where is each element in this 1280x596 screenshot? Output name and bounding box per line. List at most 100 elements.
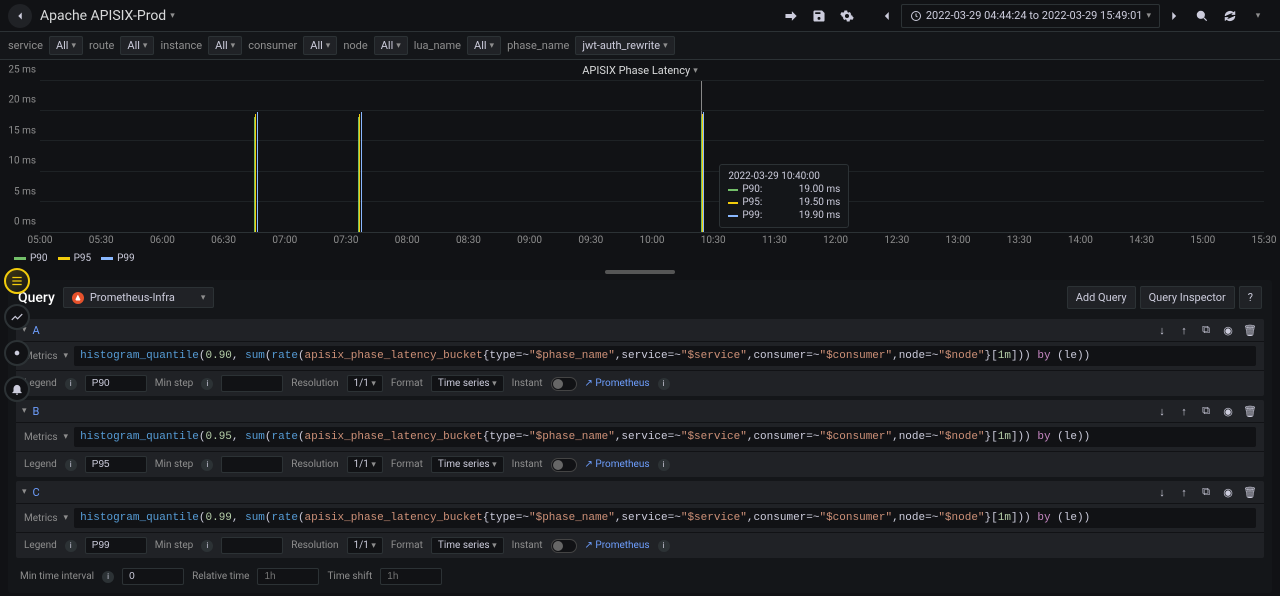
prometheus-link[interactable]: ↗ Prometheus xyxy=(585,459,650,470)
copy-icon[interactable]: ⧉ xyxy=(1198,322,1214,338)
query-row-A: ▾A↓↑⧉◉🗑Metrics▾histogram_quantile(0.90, … xyxy=(16,319,1264,396)
eye-icon[interactable]: ◉ xyxy=(1220,322,1236,338)
move-down-icon[interactable]: ↓ xyxy=(1154,484,1170,500)
eye-icon[interactable]: ◉ xyxy=(1220,484,1236,500)
refresh-dropdown-icon[interactable]: ▾ xyxy=(1244,2,1272,30)
collapse-icon[interactable]: ▾ xyxy=(22,406,27,416)
var-value-consumer[interactable]: All▾ xyxy=(303,36,337,55)
x-tick: 10:30 xyxy=(701,235,726,246)
move-down-icon[interactable]: ↓ xyxy=(1154,322,1170,338)
x-tick: 08:00 xyxy=(395,235,420,246)
save-icon[interactable] xyxy=(805,2,833,30)
back-button[interactable] xyxy=(8,4,32,28)
trash-icon[interactable]: 🗑 xyxy=(1242,322,1258,338)
x-tick: 15:00 xyxy=(1190,235,1215,246)
copy-icon[interactable]: ⧉ xyxy=(1198,403,1214,419)
prometheus-link[interactable]: ↗ Prometheus xyxy=(585,378,650,389)
chevron-down-icon[interactable]: ▾ xyxy=(64,513,69,523)
chevron-down-icon[interactable]: ▾ xyxy=(64,351,69,361)
panel-title[interactable]: APISIX Phase Latency▾ xyxy=(0,60,1280,81)
time-prev-icon[interactable] xyxy=(873,2,901,30)
spike-P99 xyxy=(257,112,258,232)
time-next-icon[interactable] xyxy=(1160,2,1188,30)
info-icon[interactable]: i xyxy=(658,540,670,552)
info-icon[interactable]: i xyxy=(658,459,670,471)
var-label-phase_name: phase_name xyxy=(507,39,569,52)
zoom-out-icon[interactable] xyxy=(1188,2,1216,30)
query-inspector-button[interactable]: Query Inspector xyxy=(1140,286,1235,309)
time-range-picker[interactable]: 2022-03-29 04:44:24 to 2022-03-29 15:49:… xyxy=(901,4,1160,28)
var-value-route[interactable]: All▾ xyxy=(120,36,154,55)
move-up-icon[interactable]: ↑ xyxy=(1176,484,1192,500)
chart[interactable]: 0 ms5 ms10 ms15 ms20 ms25 ms 2022-03-29 … xyxy=(8,81,1272,251)
minstep-input[interactable] xyxy=(221,456,283,473)
info-icon[interactable]: i xyxy=(65,459,77,471)
var-value-node[interactable]: All▾ xyxy=(374,36,408,55)
min-interval-input[interactable] xyxy=(122,568,184,585)
eye-icon[interactable]: ◉ xyxy=(1220,403,1236,419)
info-icon[interactable]: i xyxy=(201,459,213,471)
x-tick: 06:30 xyxy=(211,235,236,246)
scrollbar[interactable] xyxy=(605,270,675,274)
move-up-icon[interactable]: ↑ xyxy=(1176,322,1192,338)
info-icon[interactable]: i xyxy=(201,378,213,390)
info-icon[interactable]: i xyxy=(65,378,77,390)
instant-toggle[interactable] xyxy=(551,539,577,553)
var-value-service[interactable]: All▾ xyxy=(49,36,83,55)
chevron-down-icon[interactable]: ▾ xyxy=(64,432,69,442)
refresh-icon[interactable] xyxy=(1216,2,1244,30)
instant-toggle[interactable] xyxy=(551,458,577,472)
trash-icon[interactable]: 🗑 xyxy=(1242,403,1258,419)
legend-input[interactable] xyxy=(85,375,147,392)
query-expr[interactable]: histogram_quantile(0.90, sum(rate(apisix… xyxy=(74,346,1256,366)
settings-icon[interactable] xyxy=(833,2,861,30)
info-icon[interactable]: i xyxy=(201,540,213,552)
trash-icon[interactable]: 🗑 xyxy=(1242,484,1258,500)
relative-time-input[interactable] xyxy=(257,568,319,585)
side-bell-icon[interactable] xyxy=(4,376,30,402)
legend-P90[interactable]: P90 xyxy=(14,253,48,264)
minstep-input[interactable] xyxy=(221,537,283,554)
query-expr[interactable]: histogram_quantile(0.95, sum(rate(apisix… xyxy=(74,427,1256,447)
resolution-select[interactable]: 1/1 ▾ xyxy=(347,375,383,392)
side-transform-icon[interactable] xyxy=(4,304,30,330)
dashboard-title[interactable]: Apache APISIX-Prod▾ xyxy=(40,8,175,24)
info-icon[interactable]: i xyxy=(102,571,114,583)
move-down-icon[interactable]: ↓ xyxy=(1154,403,1170,419)
var-value-instance[interactable]: All▾ xyxy=(208,36,242,55)
info-icon[interactable]: i xyxy=(658,378,670,390)
var-value-phase_name[interactable]: jwt-auth_rewrite▾ xyxy=(575,36,674,55)
minstep-input[interactable] xyxy=(221,375,283,392)
query-id: B xyxy=(33,405,40,418)
legend-P99[interactable]: P99 xyxy=(101,253,135,264)
resolution-select[interactable]: 1/1 ▾ xyxy=(347,537,383,554)
share-icon[interactable] xyxy=(777,2,805,30)
collapse-icon[interactable]: ▾ xyxy=(22,487,27,497)
datasource-picker[interactable]: Prometheus-Infra ▾ xyxy=(63,287,215,308)
legend-input[interactable] xyxy=(85,537,147,554)
x-tick: 07:30 xyxy=(334,235,359,246)
format-select[interactable]: Time series ▾ xyxy=(431,375,504,392)
format-select[interactable]: Time series ▾ xyxy=(431,537,504,554)
format-select[interactable]: Time series ▾ xyxy=(431,456,504,473)
side-alert-icon[interactable] xyxy=(4,340,30,366)
x-tick: 13:00 xyxy=(946,235,971,246)
var-value-lua_name[interactable]: All▾ xyxy=(467,36,501,55)
query-expr[interactable]: histogram_quantile(0.99, sum(rate(apisix… xyxy=(74,508,1256,528)
resolution-select[interactable]: 1/1 ▾ xyxy=(347,456,383,473)
y-tick: 25 ms xyxy=(8,65,36,76)
side-queries-icon[interactable] xyxy=(4,268,30,294)
copy-icon[interactable]: ⧉ xyxy=(1198,484,1214,500)
query-help-button[interactable]: ? xyxy=(1239,286,1262,309)
x-tick: 07:00 xyxy=(272,235,297,246)
legend-P95[interactable]: P95 xyxy=(58,253,92,264)
x-tick: 13:30 xyxy=(1007,235,1032,246)
add-query-button[interactable]: Add Query xyxy=(1067,286,1136,309)
info-icon[interactable]: i xyxy=(65,540,77,552)
var-label-route: route xyxy=(89,39,114,52)
instant-toggle[interactable] xyxy=(551,377,577,391)
move-up-icon[interactable]: ↑ xyxy=(1176,403,1192,419)
time-shift-input[interactable] xyxy=(380,568,442,585)
legend-input[interactable] xyxy=(85,456,147,473)
prometheus-link[interactable]: ↗ Prometheus xyxy=(585,540,650,551)
